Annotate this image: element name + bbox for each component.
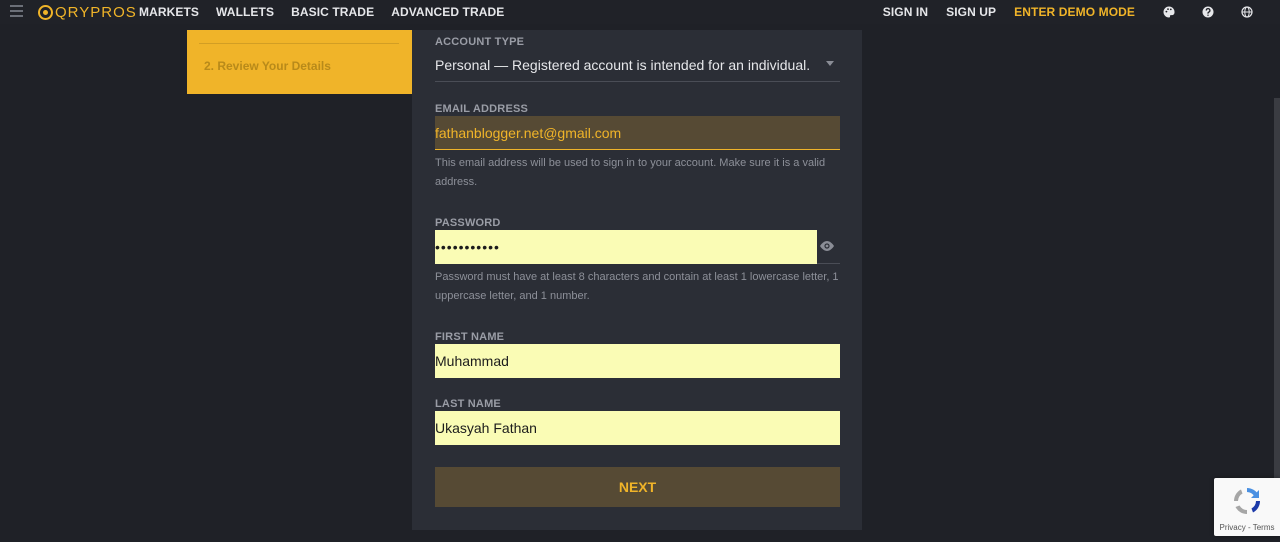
menu-icon[interactable] xyxy=(10,5,23,17)
demo-mode-link[interactable]: ENTER DEMO MODE xyxy=(1014,5,1135,19)
email-help-text: This email address will be used to sign … xyxy=(435,157,826,188)
password-label: PASSWORD xyxy=(435,217,501,229)
caret-down-icon xyxy=(826,61,834,66)
first-name-label: FIRST NAME xyxy=(435,331,505,343)
recaptcha-icon xyxy=(1234,488,1260,514)
password-field[interactable] xyxy=(435,230,817,264)
logo-mark-icon xyxy=(38,4,53,20)
globe-icon[interactable] xyxy=(1241,6,1253,18)
stepper-divider xyxy=(199,43,399,44)
nav-link-basic-trade[interactable]: BASIC TRADE xyxy=(291,5,374,19)
last-name-field[interactable] xyxy=(435,411,840,445)
step-review-details[interactable]: 2. Review Your Details xyxy=(204,59,331,73)
account-type-label: ACCOUNT TYPE xyxy=(435,36,525,48)
password-help-text: Password must have at least 8 characters… xyxy=(435,271,839,302)
last-name-label: LAST NAME xyxy=(435,398,501,410)
secondary-nav: SIGN IN SIGN UP ENTER DEMO MODE xyxy=(883,0,1280,24)
stepper-panel: 2. Review Your Details xyxy=(187,30,412,94)
password-underline xyxy=(817,263,840,264)
nav-link-markets[interactable]: MARKETS xyxy=(139,5,199,19)
sign-up-link[interactable]: SIGN UP xyxy=(946,5,996,19)
palette-icon[interactable] xyxy=(1163,6,1175,18)
brand-logo[interactable]: QRYPROS xyxy=(38,3,137,21)
help-icon[interactable] xyxy=(1202,6,1214,18)
email-label: EMAIL ADDRESS xyxy=(435,103,529,115)
logo-text: QRYPROS xyxy=(55,3,137,21)
email-field[interactable] xyxy=(435,116,840,150)
nav-link-wallets[interactable]: WALLETS xyxy=(216,5,274,19)
page-scrollbar[interactable] xyxy=(1274,98,1280,478)
eye-icon[interactable] xyxy=(818,239,836,253)
signup-form-card: ACCOUNT TYPE Personal — Registered accou… xyxy=(412,30,862,530)
recaptcha-badge[interactable]: Privacy - Terms xyxy=(1214,478,1280,536)
sign-in-link[interactable]: SIGN IN xyxy=(883,5,928,19)
next-button[interactable]: NEXT xyxy=(435,467,840,507)
top-navbar: QRYPROS MARKETS WALLETS BASIC TRADE ADVA… xyxy=(0,0,1280,24)
primary-nav: MARKETS WALLETS BASIC TRADE ADVANCED TRA… xyxy=(139,0,504,24)
first-name-field[interactable] xyxy=(435,344,840,378)
nav-link-advanced-trade[interactable]: ADVANCED TRADE xyxy=(391,5,504,19)
account-type-select[interactable]: Personal — Registered account is intende… xyxy=(435,53,840,82)
recaptcha-links[interactable]: Privacy - Terms xyxy=(1214,523,1280,532)
account-type-value: Personal — Registered account is intende… xyxy=(435,57,811,73)
